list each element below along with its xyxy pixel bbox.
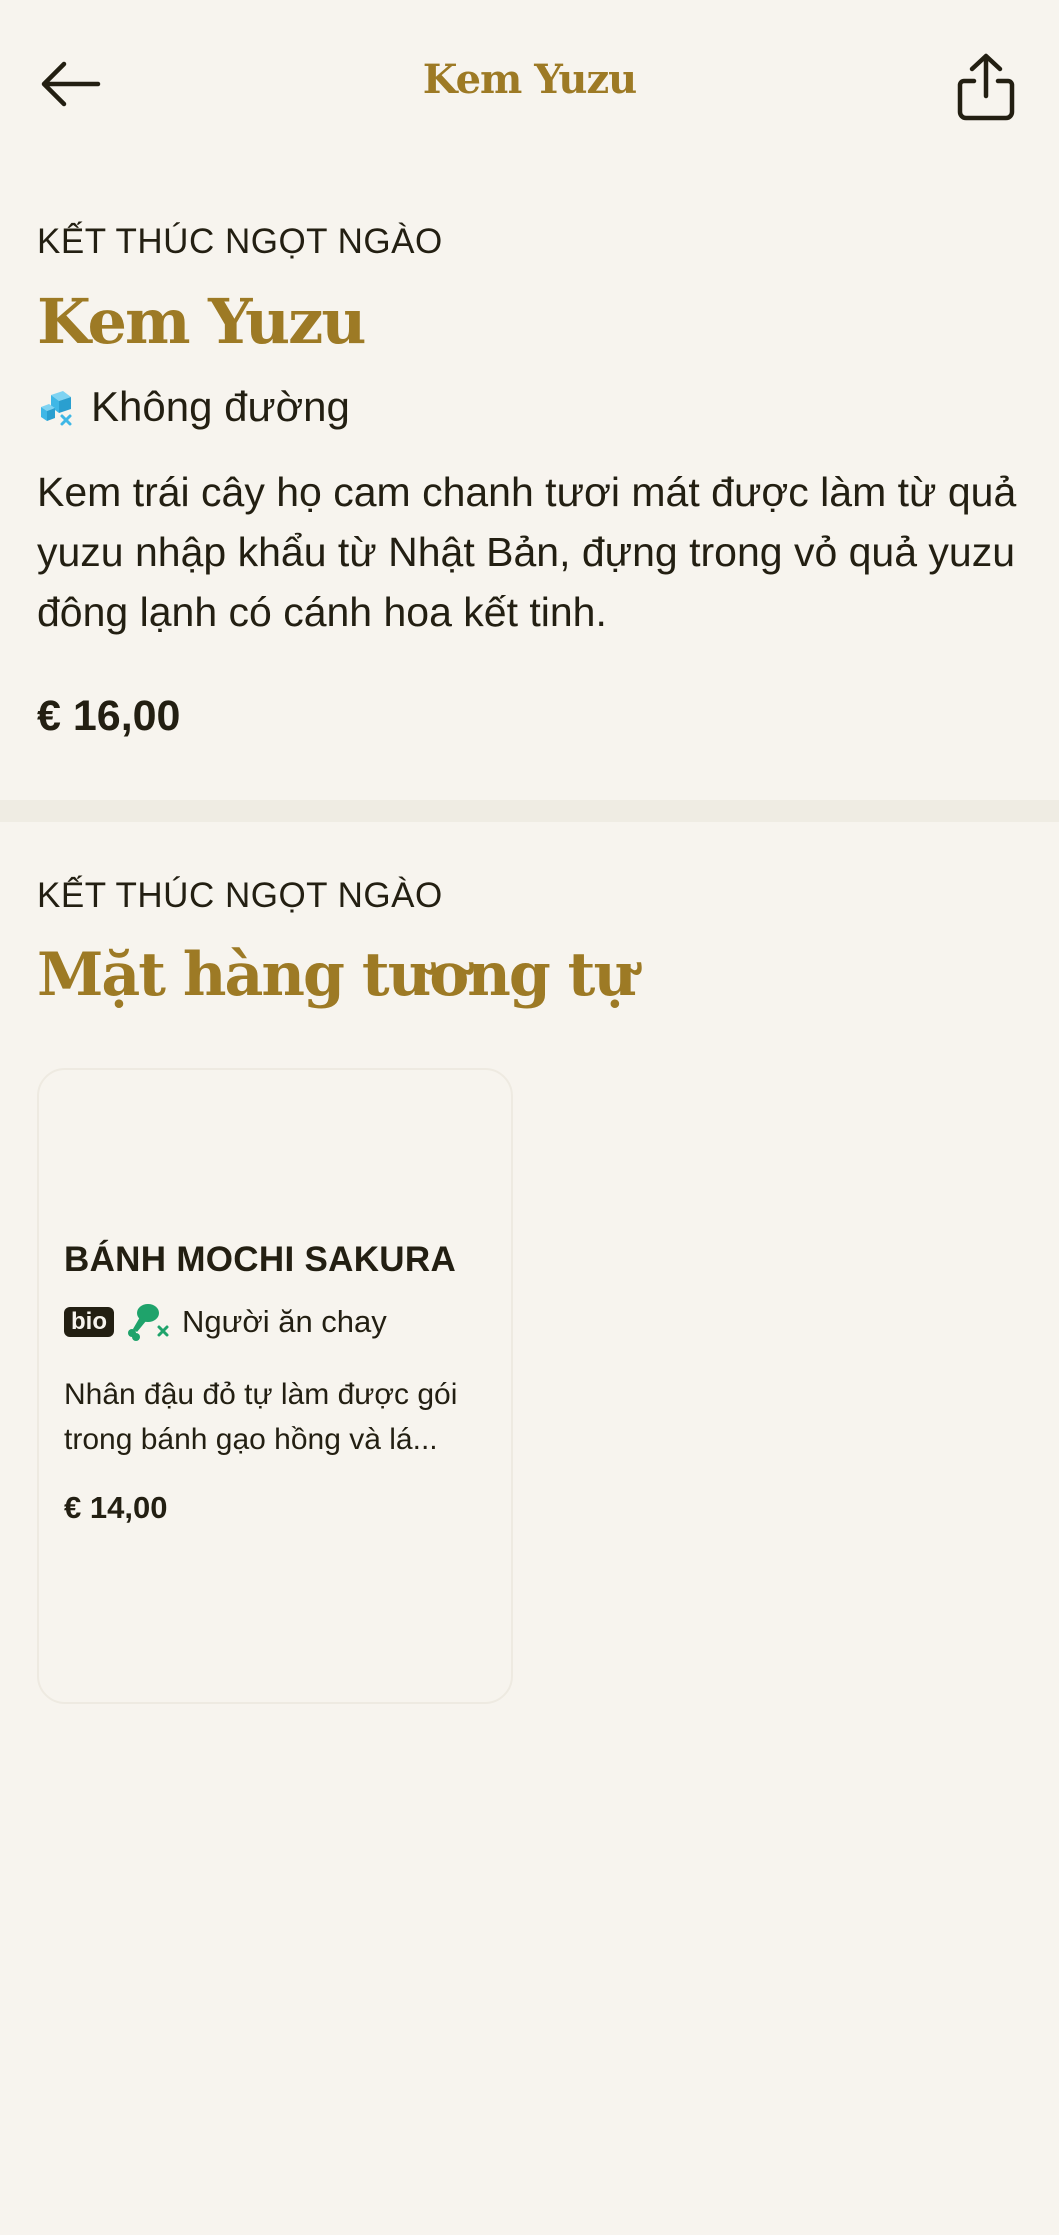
similar-category: KẾT THÚC NGỌT NGÀO — [37, 876, 443, 915]
item-price: € 14,00 — [64, 1490, 168, 1525]
diet-label: Không đường — [91, 383, 350, 430]
sugar-free-cube-icon — [41, 391, 72, 426]
product-price: € 16,00 — [37, 692, 181, 740]
item-tag-label: Người ăn chay — [182, 1304, 387, 1339]
diet-info: Không đường — [37, 382, 350, 432]
header-title: Kem Yuzu — [422, 56, 638, 103]
top-bar: Kem Yuzu — [0, 0, 1059, 170]
product-name: Kem Yuzu — [37, 285, 366, 358]
item-name: BÁNH MOCHI SAKURA — [64, 1240, 457, 1279]
item-tags: bio Người ăn chay — [64, 1302, 387, 1342]
section-divider — [0, 800, 1059, 822]
product-description: Kem trái cây họ cam chanh tươi mát được … — [37, 469, 1017, 635]
similar-section-title: Mặt hàng tương tự — [37, 940, 637, 1010]
item-description: Nhân đậu đỏ tự làm được gói trong bánh g… — [64, 1378, 458, 1456]
share-button[interactable] — [950, 48, 1022, 128]
bio-badge: bio — [64, 1307, 114, 1337]
product-detail-page: Kem Yuzu KẾT THÚC NGỌT NGÀO Kem Yuzu Khô… — [0, 0, 1059, 2235]
vegetarian-drumstick-icon — [128, 1304, 169, 1341]
product-category: KẾT THÚC NGỌT NGÀO — [37, 222, 443, 261]
share-upload-icon — [957, 53, 1015, 121]
similar-item-card[interactable]: BÁNH MOCHI SAKURA bio Người ăn chay Nhân… — [37, 1068, 513, 1704]
